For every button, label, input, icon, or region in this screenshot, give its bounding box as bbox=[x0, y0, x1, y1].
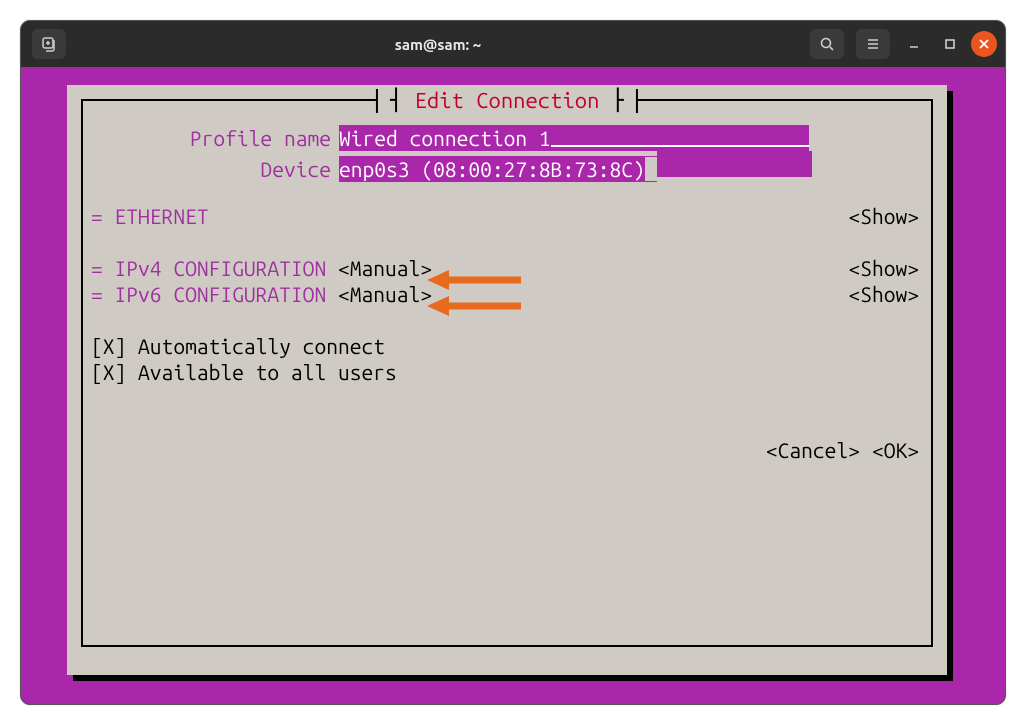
window-title: sam@sam: ~ bbox=[395, 36, 482, 53]
device-input-pad bbox=[657, 151, 812, 177]
ethernet-section-label[interactable]: = ETHERNET bbox=[91, 203, 209, 229]
profile-name-input[interactable]: Wired connection 1 bbox=[339, 125, 809, 151]
maximize-icon bbox=[943, 37, 957, 51]
close-icon bbox=[978, 38, 990, 50]
maximize-button[interactable] bbox=[935, 29, 965, 59]
ipv6-show-button[interactable]: <Show> bbox=[848, 281, 923, 307]
ipv6-mode-select[interactable]: <Manual> bbox=[338, 281, 432, 307]
device-input[interactable]: enp0s3 (08:00:27:8B:73:8C) bbox=[339, 156, 657, 182]
ethernet-section-row: = ETHERNET <Show> bbox=[91, 203, 923, 229]
new-tab-button[interactable] bbox=[32, 29, 66, 59]
ipv4-show-button[interactable]: <Show> bbox=[848, 255, 923, 281]
ok-button[interactable]: <OK> bbox=[872, 437, 919, 463]
terminal-window: sam@sam: ~ bbox=[20, 20, 1006, 705]
ipv6-section-label[interactable]: = IPv6 CONFIGURATION bbox=[91, 281, 338, 307]
profile-name-row: Profile name Wired connection 1 bbox=[91, 125, 923, 151]
search-button[interactable] bbox=[810, 29, 844, 59]
panel-title: ┤ Edit Connection ├ bbox=[376, 89, 638, 113]
all-users-checkbox[interactable]: [X] Available to all users bbox=[91, 359, 923, 385]
annotation-arrow-ipv4 bbox=[427, 270, 521, 290]
cancel-button[interactable]: <Cancel> bbox=[766, 437, 860, 463]
menu-button[interactable] bbox=[856, 29, 890, 59]
text-cursor bbox=[645, 157, 657, 181]
ipv4-mode-select[interactable]: <Manual> bbox=[338, 255, 432, 281]
window-titlebar: sam@sam: ~ bbox=[21, 21, 1005, 67]
panel-content: Profile name Wired connection 1 Device e… bbox=[91, 125, 923, 463]
annotation-arrow-ipv6 bbox=[427, 296, 521, 316]
auto-connect-checkbox[interactable]: [X] Automatically connect bbox=[91, 333, 923, 359]
terminal-viewport[interactable]: ┤ Edit Connection ├ Profile name Wired c… bbox=[21, 67, 1005, 704]
button-row: <Cancel> <OK> bbox=[91, 437, 923, 463]
close-button[interactable] bbox=[971, 31, 997, 57]
minimize-button[interactable] bbox=[899, 29, 929, 59]
new-tab-icon bbox=[41, 36, 57, 52]
device-row: Device enp0s3 (08:00:27:8B:73:8C) bbox=[91, 151, 923, 177]
ethernet-show-button[interactable]: <Show> bbox=[848, 203, 923, 229]
hamburger-icon bbox=[865, 36, 881, 52]
device-label: Device bbox=[91, 156, 331, 182]
nmtui-panel: ┤ Edit Connection ├ Profile name Wired c… bbox=[67, 85, 947, 675]
ipv4-section-label[interactable]: = IPv4 CONFIGURATION bbox=[91, 255, 338, 281]
profile-name-label: Profile name bbox=[91, 125, 331, 151]
search-icon bbox=[819, 36, 835, 52]
minimize-icon bbox=[907, 37, 921, 51]
